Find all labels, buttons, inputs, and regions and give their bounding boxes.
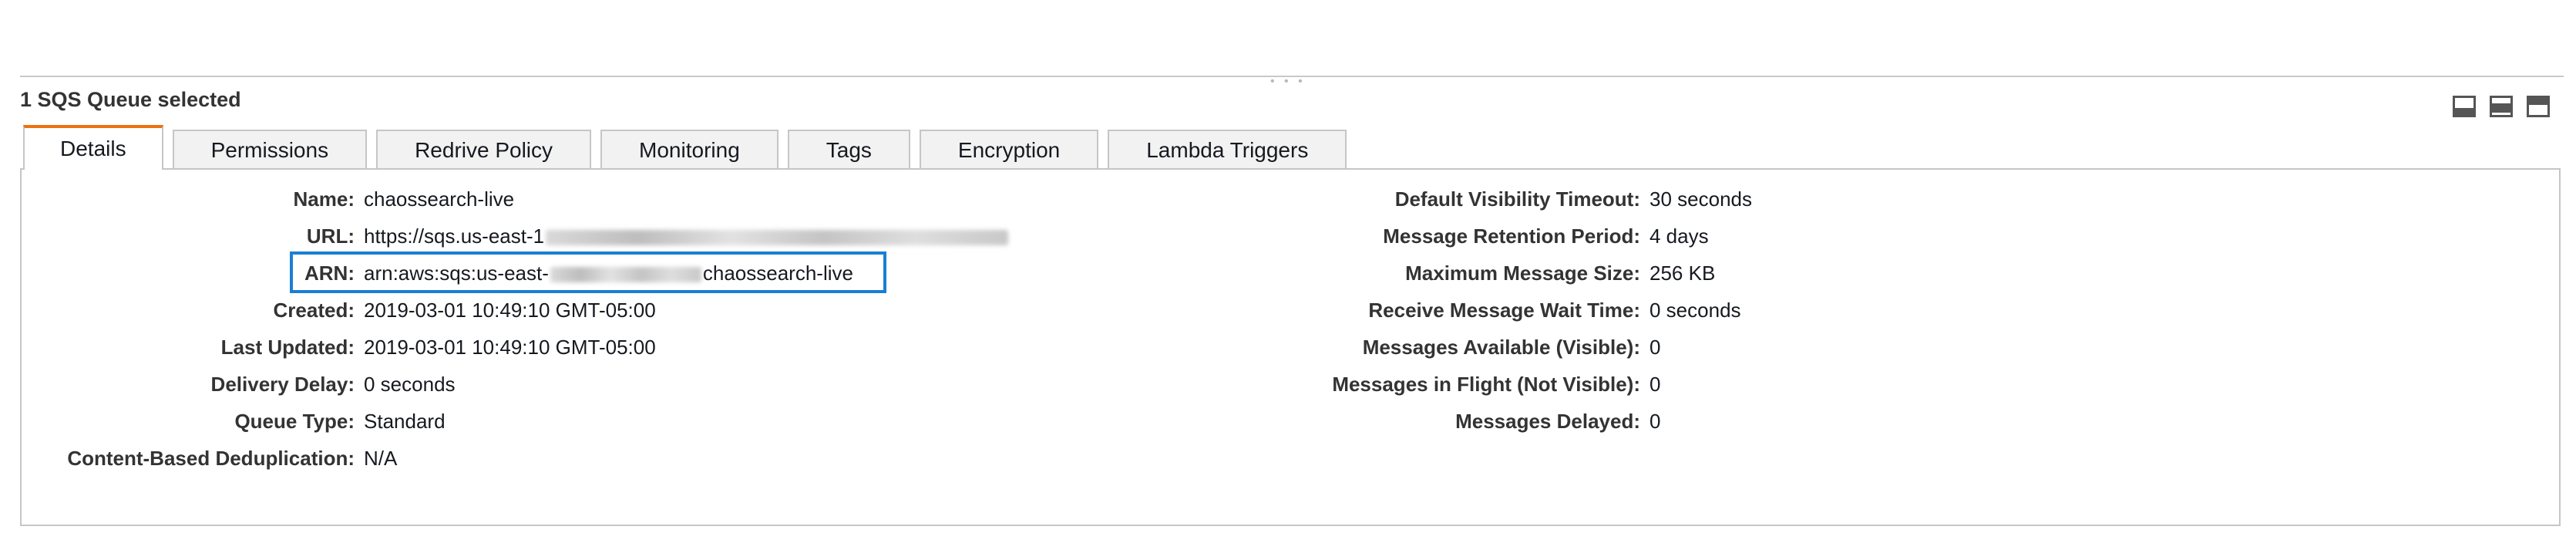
messages-delayed-value: 0 [1650,410,1661,433]
layout-split-icon[interactable] [2490,96,2513,117]
messages-available-label: Messages Available (Visible): [1362,336,1640,359]
tab-redrive-policy[interactable]: Redrive Policy [376,130,592,170]
detail-row-messages-delayed: Messages Delayed: 0 [0,406,2544,437]
sqs-queue-details-page: • • • 1 SQS Queue selected Details Permi… [0,0,2576,540]
tab-permissions[interactable]: Permissions [172,130,368,170]
layout-top-icon[interactable] [2527,96,2550,117]
messages-available-value: 0 [1650,336,1661,359]
retention-period-label: Message Retention Period: [1383,224,1640,248]
detail-row-messages-available: Messages Available (Visible): 0 [0,332,2544,363]
max-message-size-value: 256 KB [1650,262,1716,285]
detail-tabs: Details Permissions Redrive Policy Monit… [23,125,1347,170]
messages-in-flight-value: 0 [1650,373,1661,396]
max-message-size-label: Maximum Message Size: [1405,262,1640,285]
receive-wait-time-value: 0 seconds [1650,299,1741,322]
visibility-timeout-value: 30 seconds [1650,187,1752,211]
detail-row-messages-in-flight: Messages in Flight (Not Visible): 0 [0,369,2544,400]
visibility-timeout-label: Default Visibility Timeout: [1394,187,1640,211]
tab-encryption[interactable]: Encryption [919,130,1099,170]
messages-in-flight-label: Messages in Flight (Not Visible): [1332,373,1640,396]
content-dedup-label: Content-Based Deduplication: [67,447,355,470]
tab-tags[interactable]: Tags [787,130,910,170]
retention-period-value: 4 days [1650,224,1709,248]
detail-row-retention-period: Message Retention Period: 4 days [0,221,2544,251]
layout-bottom-icon[interactable] [2453,96,2476,117]
tab-details[interactable]: Details [23,125,163,170]
tab-monitoring[interactable]: Monitoring [600,130,779,170]
content-dedup-value: N/A [364,447,398,470]
detail-row-visibility-timeout: Default Visibility Timeout: 30 seconds [0,184,2544,214]
tab-lambda-triggers[interactable]: Lambda Triggers [1108,130,1347,170]
detail-row-receive-wait-time: Receive Message Wait Time: 0 seconds [0,295,2544,326]
resize-handle[interactable]: • • • [1270,76,1306,88]
panel-title: 1 SQS Queue selected [20,88,241,111]
detail-row-content-dedup: Content-Based Deduplication: N/A [0,443,1233,474]
messages-delayed-label: Messages Delayed: [1455,410,1640,433]
layout-toggle-group [2453,96,2550,117]
receive-wait-time-label: Receive Message Wait Time: [1368,299,1640,322]
detail-row-max-message-size: Maximum Message Size: 256 KB [0,258,2544,289]
